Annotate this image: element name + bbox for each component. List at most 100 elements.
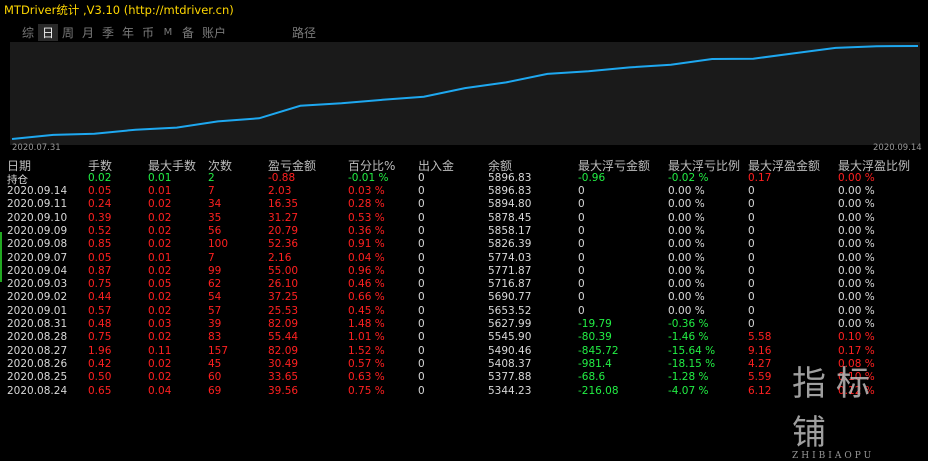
cell-lots: 1.96 [88,344,112,357]
cell-max-float-profit: 0 [748,264,755,277]
tab-path[interactable]: 路径 [288,24,320,41]
cell-max-float-loss: -216.08 [578,384,619,397]
tab-summary[interactable]: 综 [18,24,38,41]
cell-date: 2020.09.07 [7,251,68,264]
table-row[interactable]: 2020.09.04 0.87 0.02 99 55.00 0.96 % 0 5771.87 0… [0,265,928,278]
tab-account[interactable]: 账户 [198,24,230,41]
cell-percent: 0.63 % [348,371,385,384]
cell-max-float-loss: 0 [578,211,585,224]
cell-profit: 37.25 [268,291,299,304]
cell-balance: 5377.88 [488,371,532,384]
cell-max-float-profit: 0 [748,198,755,211]
tab-symbol[interactable]: 币 [138,24,158,41]
tab-monthly[interactable]: 月 [78,24,98,41]
cell-deposit: 0 [418,331,425,344]
table-row[interactable]: 2020.09.14 0.05 0.01 7 2.03 0.03 % 0 5896.83 0 0.… [0,185,928,198]
cell-trades: 57 [208,304,222,317]
cell-balance: 5716.87 [488,278,532,291]
cell-deposit: 0 [418,291,425,304]
cell-trades: 56 [208,224,222,237]
cell-max-float-loss-pct: -0.02 % [668,172,709,184]
cell-max-float-profit: 9.16 [748,344,772,357]
cell-percent: 0.36 % [348,224,385,237]
table-row[interactable]: 2020.09.08 0.85 0.02 100 52.36 0.91 % 0 5826.39… [0,238,928,251]
cell-lots: 0.48 [88,318,112,330]
cell-profit: 30.49 [268,357,299,370]
table-row[interactable]: 2020.09.07 0.05 0.01 7 2.16 0.04 % 0 5774.03 0 0.… [0,252,928,265]
cell-max-float-profit: 0 [748,291,755,304]
cell-max-float-loss: 0 [578,185,585,197]
cell-max-float-profit-pct: 0.00 % [838,198,875,211]
table-row[interactable]: 2020.08.25 0.50 0.02 60 33.65 0.63 % 0 5377.88 -… [0,371,928,384]
cell-trades: 69 [208,384,222,397]
cell-percent: 0.28 % [348,198,385,211]
cell-deposit: 0 [418,357,425,370]
cell-lots: 0.75 [88,278,112,291]
cell-profit: 82.09 [268,344,299,357]
cell-profit: 31.27 [268,211,299,224]
table-row[interactable]: 2020.09.02 0.44 0.02 54 37.25 0.66 % 0 5690.77 0… [0,291,928,304]
cell-profit: 33.65 [268,371,299,384]
tab-weekly[interactable]: 周 [58,24,78,41]
cell-max-lots: 0.11 [148,344,172,357]
cell-profit: 52.36 [268,238,299,251]
chart-start-date: 2020.07.31 [12,143,61,153]
table-row[interactable]: 2020.09.09 0.52 0.02 56 20.79 0.36 % 0 5858.17 0… [0,225,928,238]
cell-max-float-profit-pct: 0.00 % [838,172,875,184]
watermark-text: 指标铺 [792,364,880,453]
summary-row[interactable]: 持仓 0.02 0.01 2 -0.88 -0.01 % 0 5896.83 -0.96 -0.0… [0,172,928,186]
cell-trades: 39 [208,318,222,330]
cell-date: 2020.09.02 [7,291,68,304]
cell-max-lots: 0.04 [148,384,172,397]
cell-max-float-loss: -68.6 [578,371,606,384]
cell-profit: 82.09 [268,318,299,330]
cell-date: 2020.08.28 [7,331,68,344]
tab-yearly[interactable]: 年 [118,24,138,41]
cell-balance: 5771.87 [488,264,532,277]
cell-profit: 26.10 [268,278,299,291]
cell-date: 2020.08.31 [7,318,68,330]
cell-max-float-loss-pct: -1.28 % [668,371,709,384]
table-row[interactable]: 2020.09.01 0.57 0.02 57 25.53 0.45 % 0 5653.52 0… [0,305,928,318]
equity-chart [10,42,920,145]
table-row[interactable]: 2020.09.11 0.24 0.02 34 16.35 0.28 % 0 5894.80 0… [0,198,928,211]
cell-max-float-loss-pct: 0.00 % [668,198,705,211]
cell-percent: -0.01 % [348,172,389,184]
cell-balance: 5858.17 [488,224,532,237]
tab-notes[interactable]: 备 [178,24,198,41]
cell-max-float-profit-pct: 0.00 % [838,211,875,224]
cell-date: 2020.08.27 [7,344,68,357]
table-row[interactable]: 2020.09.03 0.75 0.05 62 26.10 0.46 % 0 5716.87 0… [0,278,928,291]
cell-balance: 5690.77 [488,291,532,304]
cell-trades: 2 [208,172,215,184]
table-row[interactable]: 2020.08.26 0.42 0.02 45 30.49 0.57 % 0 5408.37 -… [0,358,928,371]
cell-max-float-loss-pct: -15.64 % [668,344,716,357]
cell-deposit: 0 [418,304,425,317]
tab-m[interactable]: M [158,27,178,38]
cell-lots: 0.39 [88,211,112,224]
cell-percent: 0.03 % [348,185,385,197]
table-row[interactable]: 2020.08.28 0.75 0.02 83 55.44 1.01 % 0 5545.90 -… [0,331,928,344]
cell-deposit: 0 [418,251,425,264]
cell-max-lots: 0.01 [148,172,172,184]
cell-profit: 2.03 [268,185,292,197]
table-row[interactable]: 2020.08.24 0.65 0.04 69 39.56 0.75 % 0 5344.23 -… [0,385,928,398]
cell-max-lots: 0.02 [148,371,172,384]
cell-percent: 0.53 % [348,211,385,224]
cell-lots: 0.75 [88,331,112,344]
table-row[interactable]: 2020.08.27 1.96 0.11 157 82.09 1.52 % 0 5490.46… [0,345,928,358]
table-row[interactable]: 2020.09.10 0.39 0.02 35 31.27 0.53 % 0 5878.45 0… [0,212,928,225]
tab-quarterly[interactable]: 季 [98,24,118,41]
cell-percent: 0.45 % [348,304,385,317]
cell-max-float-profit: 0 [748,211,755,224]
cell-date: 2020.08.24 [7,384,68,397]
cell-max-float-loss: 0 [578,224,585,237]
cell-percent: 0.04 % [348,251,385,264]
tab-daily[interactable]: 日 [38,23,58,41]
cell-max-lots: 0.02 [148,357,172,370]
cell-trades: 62 [208,278,222,291]
cell-date: 2020.09.11 [7,198,68,211]
cell-trades: 7 [208,185,215,197]
table-row[interactable]: 2020.08.31 0.48 0.03 39 82.09 1.48 % 0 5627.99 -… [0,318,928,331]
cell-lots: 0.87 [88,264,112,277]
